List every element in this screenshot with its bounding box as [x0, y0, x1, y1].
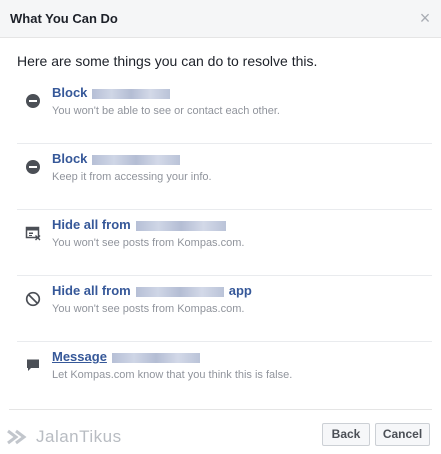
hide-feed-icon: [25, 226, 41, 241]
redacted-name: [135, 286, 224, 297]
watermark-text: JalanTikus: [36, 427, 122, 446]
close-icon[interactable]: ×: [416, 9, 434, 27]
message-icon: [27, 359, 39, 371]
option-title-label[interactable]: Block: [52, 85, 87, 100]
option-title-suffix[interactable]: app: [229, 283, 252, 298]
option-block-user[interactable]: Block You won't be able to see or contac…: [17, 78, 432, 144]
option-hide-all-page[interactable]: Hide all from You won't see posts from K…: [17, 210, 432, 276]
cancel-button[interactable]: Cancel: [375, 423, 430, 446]
redacted-name: [111, 352, 200, 363]
back-button[interactable]: Back: [322, 423, 370, 446]
option-description: You won't see posts from Kompas.com.: [52, 303, 245, 315]
option-description: Keep it from accessing your info.: [52, 171, 212, 183]
watermark-logo-icon: [7, 429, 27, 445]
footer-divider: [9, 409, 432, 410]
option-title-label[interactable]: Hide all from: [52, 283, 131, 298]
option-description: You won't see posts from Kompas.com.: [52, 237, 245, 249]
option-hide-all-app[interactable]: Hide all from app You won't see posts fro…: [17, 276, 432, 342]
option-title-label[interactable]: Hide all from: [52, 217, 131, 232]
option-title[interactable]: Block: [52, 151, 181, 166]
no-entry-icon: [25, 291, 41, 307]
redacted-name: [135, 220, 226, 231]
redacted-name: [92, 154, 181, 165]
option-title-label[interactable]: Block: [52, 151, 87, 166]
option-description: Let Kompas.com know that you think this …: [52, 369, 293, 381]
dialog-title: What You Can Do: [10, 11, 118, 26]
option-title[interactable]: Hide all from: [52, 217, 226, 232]
option-title[interactable]: Block: [52, 85, 171, 100]
option-title[interactable]: Message: [52, 349, 200, 364]
redacted-name: [92, 88, 171, 99]
option-message[interactable]: Message Let Kompas.com know that you thi…: [17, 342, 432, 408]
option-block-app[interactable]: Block Keep it from accessing your info.: [17, 144, 432, 210]
what-you-can-do-dialog: What You Can Do × Here are some things y…: [0, 0, 441, 454]
option-title-label[interactable]: Message: [52, 349, 107, 364]
intro-text: Here are some things you can do to resol…: [17, 53, 318, 69]
option-description: You won't be able to see or contact each…: [52, 105, 280, 117]
block-icon: [26, 94, 40, 108]
dialog-header: What You Can Do ×: [0, 0, 441, 38]
block-icon: [26, 160, 40, 174]
option-title[interactable]: Hide all from app: [52, 283, 252, 298]
